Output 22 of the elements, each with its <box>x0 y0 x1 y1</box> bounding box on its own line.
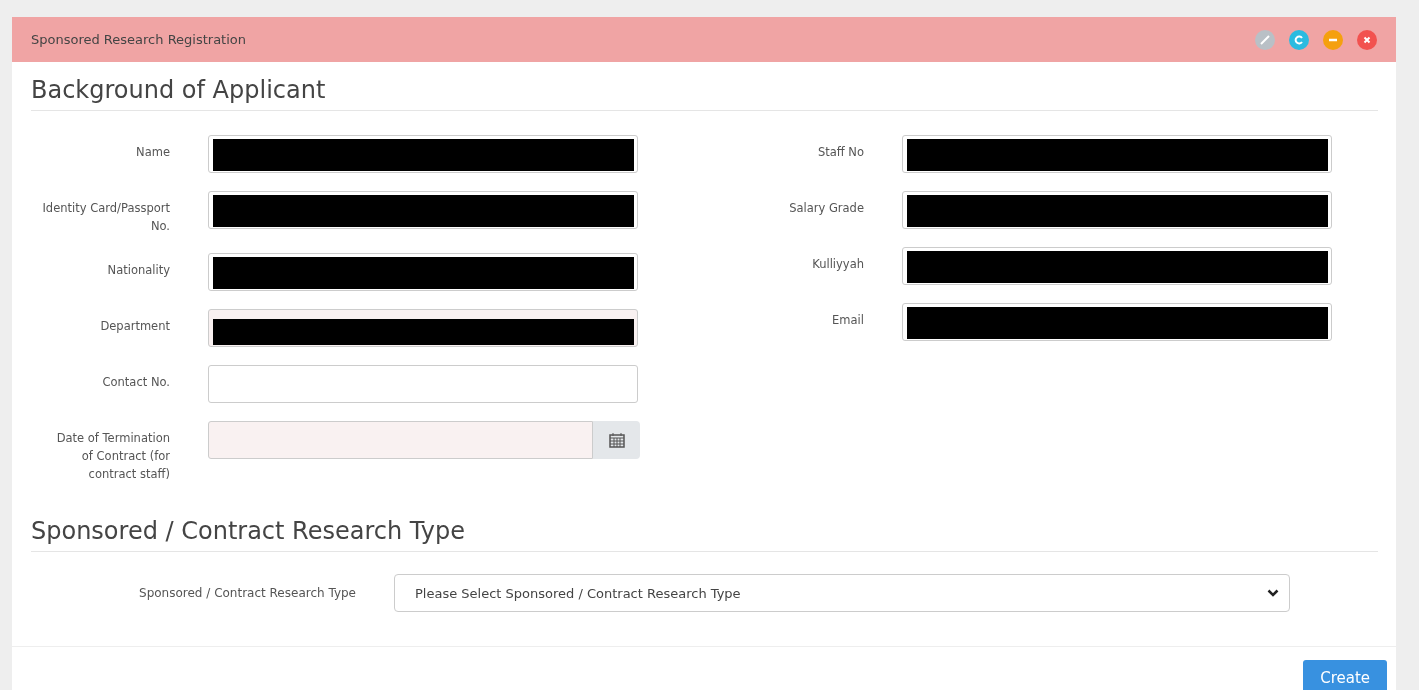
close-icon[interactable] <box>1357 29 1377 50</box>
field-label: Name <box>135 144 170 161</box>
field-label: Nationality <box>106 262 170 279</box>
date-field[interactable] <box>208 421 593 459</box>
chevron-down-icon <box>1267 589 1279 597</box>
input-field[interactable] <box>208 365 638 403</box>
section-heading: Sponsored / Contract Research Type <box>31 517 1378 552</box>
field-label: Staff No <box>816 144 864 161</box>
field-label: Contact No. <box>101 374 170 391</box>
input-field[interactable] <box>208 309 638 347</box>
field-label: Salary Grade <box>788 200 864 217</box>
calendar-icon <box>608 432 625 448</box>
field-label: Kulliyyah <box>811 256 864 273</box>
field-label: Department <box>99 318 170 335</box>
field-label: Identity Card/Passport No. <box>41 200 170 235</box>
field-label: Email <box>831 312 864 329</box>
field-label: Sponsored / Contract Research Type <box>138 586 356 600</box>
panel-title: Sponsored Research Registration <box>31 32 247 47</box>
research-type-select[interactable]: Please Select Sponsored / Contract Research Type <box>394 574 1290 612</box>
section-heading: Background of Applicant <box>31 76 1378 111</box>
field-label: Date of Termination of Contract (for contract staff) <box>55 430 170 483</box>
calendar-button[interactable] <box>593 421 640 459</box>
